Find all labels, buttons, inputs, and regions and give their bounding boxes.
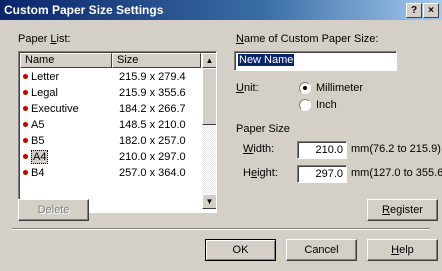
custom-name-label: Name of Custom Paper Size: (236, 33, 379, 45)
scroll-down-icon[interactable]: ▼ (202, 194, 216, 209)
height-input[interactable]: 297.0 (297, 165, 347, 183)
paper-size: 184.2 x 266.7 (119, 103, 186, 115)
custom-name-input[interactable]: New Name (234, 51, 397, 71)
column-header-size[interactable]: Size (112, 53, 201, 68)
paper-icon (23, 170, 28, 175)
register-button[interactable]: Register (367, 199, 438, 221)
list-item[interactable]: A5 148.5 x 210.0 (23, 118, 203, 132)
scroll-up-icon[interactable]: ▲ (202, 53, 216, 68)
help-button[interactable]: Help (367, 239, 438, 261)
paper-size: 148.5 x 210.0 (119, 119, 186, 131)
list-item[interactable]: B4 257.0 x 364.0 (23, 166, 203, 180)
column-header-name[interactable]: Name (20, 53, 112, 68)
help-title-button[interactable]: ? (406, 3, 422, 18)
paper-size: 182.0 x 257.0 (119, 135, 186, 147)
delete-button[interactable]: Delete (18, 199, 89, 221)
ok-button[interactable]: OK (205, 239, 276, 261)
paper-name: A4 (31, 150, 49, 164)
custom-name-value: New Name (238, 54, 295, 66)
cancel-button[interactable]: Cancel (286, 239, 357, 261)
list-item[interactable]: A4 210.0 x 297.0 (23, 150, 203, 164)
paper-name: Letter (31, 71, 60, 83)
paper-name: Executive (31, 103, 79, 115)
width-input[interactable]: 210.0 (297, 141, 347, 159)
unit-millimeter-radio[interactable] (299, 82, 311, 94)
width-label: Width: (243, 143, 275, 155)
paper-size: 257.0 x 364.0 (119, 167, 186, 179)
list-item[interactable]: Executive 184.2 x 266.7 (23, 102, 203, 116)
height-range: mm(127.0 to 355.6) (351, 167, 442, 179)
unit-inch-label[interactable]: Inch (316, 99, 337, 111)
close-icon[interactable]: × (423, 3, 439, 18)
paper-icon (23, 90, 28, 95)
height-label: Height: (243, 167, 278, 179)
radio-selected-icon (303, 86, 307, 90)
width-range: mm(76.2 to 215.9) (351, 143, 441, 155)
unit-inch-radio[interactable] (299, 99, 311, 111)
list-item[interactable]: Legal 215.9 x 355.6 (23, 86, 203, 100)
paper-icon (23, 154, 28, 159)
paper-icon (23, 122, 28, 127)
separator (12, 228, 430, 230)
window-title: Custom Paper Size Settings (4, 3, 164, 17)
paper-size: 210.0 x 297.0 (119, 151, 186, 163)
paper-name: B4 (31, 167, 45, 179)
scroll-thumb[interactable] (202, 68, 216, 125)
unit-millimeter-label[interactable]: Millimeter (316, 82, 363, 94)
list-scrollbar[interactable]: ▲ ▼ (202, 53, 216, 209)
paper-list-label: Paper List: (18, 33, 71, 45)
paper-icon (23, 138, 28, 143)
list-item[interactable]: B5 182.0 x 257.0 (23, 134, 203, 148)
paper-name: Legal (31, 87, 58, 99)
list-header: Name Size (20, 53, 201, 68)
paper-size: 215.9 x 355.6 (119, 87, 186, 99)
unit-label: Unit: (236, 82, 259, 94)
paper-icon (23, 106, 28, 111)
title-bar: Custom Paper Size Settings ? × (0, 0, 442, 20)
paper-name: A5 (31, 119, 45, 131)
list-item[interactable]: Letter 215.9 x 279.4 (23, 70, 203, 84)
paper-size-label: Paper Size (236, 123, 290, 135)
paper-list[interactable]: Name Size Letter 215.9 x 279.4 Legal 215.9 … (18, 51, 217, 213)
paper-name: B5 (31, 135, 45, 147)
paper-size: 215.9 x 279.4 (119, 71, 186, 83)
paper-icon (23, 74, 28, 79)
